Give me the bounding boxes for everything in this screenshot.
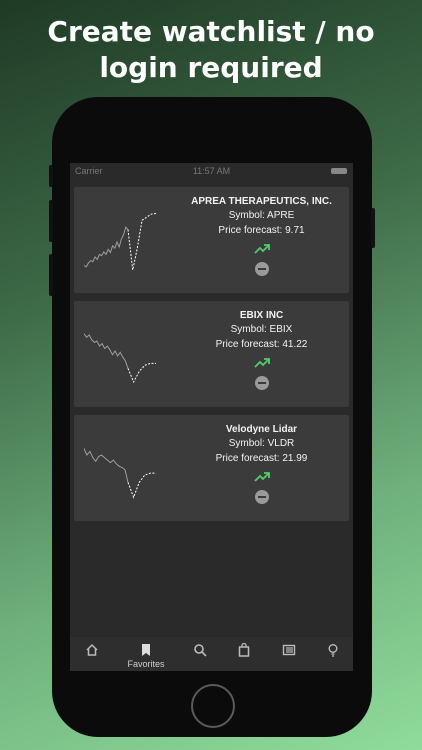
price-sparkline — [84, 333, 156, 384]
search-icon — [194, 644, 207, 657]
remove-from-watchlist-button[interactable] — [254, 262, 269, 276]
stock-info: Velodyne Lidar Symbol: VLDR Price foreca… — [179, 423, 344, 504]
stock-info: EBIX INC Symbol: EBIX Price forecast: 41… — [179, 309, 344, 390]
phone-mute-switch — [49, 165, 53, 187]
remove-from-watchlist-button[interactable] — [254, 490, 269, 504]
tab-favorites[interactable]: Favorites — [127, 643, 165, 669]
shopping-bag-icon — [238, 642, 250, 657]
company-name: Velodyne Lidar — [225, 424, 298, 435]
price-forecast: Price forecast: 9.71 — [218, 225, 305, 236]
stock-info: APREA THERAPEUTICS, INC. Symbol: APRE Pr… — [179, 195, 344, 276]
status-bar: Carrier 11:57 AM — [70, 163, 353, 181]
tab-ideas[interactable] — [319, 643, 347, 667]
phone-power-button — [371, 208, 375, 248]
tab-favorites-label: Favorites — [127, 659, 165, 669]
list-icon — [282, 644, 296, 656]
forecast-line — [127, 362, 156, 384]
stock-card[interactable]: APREA THERAPEUTICS, INC. Symbol: APRE Pr… — [74, 187, 349, 293]
history-line — [84, 448, 129, 483]
tab-bar: Favorites — [70, 637, 353, 671]
home-button[interactable] — [191, 684, 235, 728]
history-line — [84, 333, 129, 369]
tab-home[interactable] — [78, 643, 106, 667]
price-forecast: Price forecast: 21.99 — [215, 453, 308, 464]
forecast-line — [127, 472, 156, 499]
stock-symbol: Symbol: APRE — [228, 210, 295, 221]
trending-up-icon — [253, 472, 270, 482]
headline-line-2: login required — [99, 51, 323, 84]
home-icon — [86, 643, 98, 656]
company-name: APREA THERAPEUTICS, INC. — [191, 196, 332, 207]
price-sparkline — [84, 448, 156, 499]
phone-volume-up — [49, 200, 53, 242]
stock-card[interactable]: Velodyne Lidar Symbol: VLDR Price foreca… — [74, 415, 349, 521]
tab-search[interactable] — [186, 643, 214, 667]
trending-up-icon — [253, 358, 270, 368]
stock-card[interactable]: EBIX INC Symbol: EBIX Price forecast: 41… — [74, 301, 349, 407]
bookmark-icon — [142, 644, 150, 656]
lightbulb-icon — [328, 644, 338, 657]
battery-icon — [331, 168, 347, 174]
clock-label: 11:57 AM — [192, 166, 231, 176]
headline: Create watchlist / no login required — [0, 14, 422, 86]
remove-from-watchlist-button[interactable] — [254, 376, 269, 390]
app-screen: Carrier 11:57 AM APREA THERAPEUTICS, INC… — [70, 163, 353, 671]
stock-symbol: Symbol: VLDR — [228, 438, 295, 449]
price-sparkline — [84, 213, 157, 271]
stock-symbol: Symbol: EBIX — [230, 324, 293, 335]
phone-volume-down — [49, 254, 53, 296]
tab-shop[interactable] — [230, 642, 258, 667]
tab-news[interactable] — [275, 643, 303, 667]
trending-up-icon — [253, 244, 270, 254]
forecast-line — [127, 213, 157, 271]
price-forecast: Price forecast: 41.22 — [215, 339, 308, 350]
history-line — [84, 226, 129, 268]
company-name: EBIX INC — [239, 310, 284, 321]
headline-line-1: Create watchlist / no — [47, 15, 375, 48]
